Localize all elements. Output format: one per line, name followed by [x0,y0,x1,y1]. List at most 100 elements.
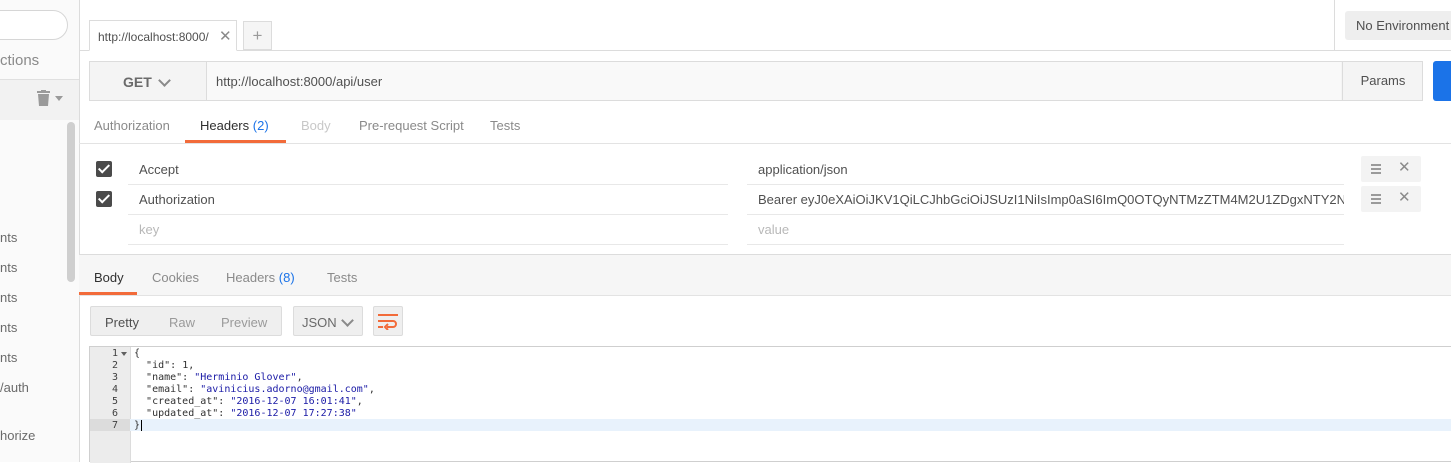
close-icon[interactable]: ✕ [1398,188,1411,206]
header-value-field[interactable]: Bearer eyJ0eXAiOiJKV1QiLCJhbGciOiJSUzI1N… [747,185,1344,215]
header-enabled-checkbox[interactable] [96,161,112,177]
headers-count-badge: (2) [252,118,269,133]
json-key: "name" [146,372,183,383]
response-body-editor[interactable]: 1 2 3 4 5 6 7 { "id": 1, "name": "Hermin… [89,346,1451,463]
sidebar-list-item[interactable]: nts [0,260,17,275]
url-text: http://localhost:8000/api/user [216,74,383,89]
code-line: "id": 1, [146,360,195,371]
drag-handle-icon[interactable] [1371,164,1381,174]
environment-label: No Environment [1356,18,1450,33]
sidebar-list-item[interactable]: nts [0,230,17,245]
header-row-actions: ✕ [1361,156,1421,182]
tab-headers[interactable]: Headers (2) [200,118,269,133]
preview-button[interactable]: Preview [221,315,267,330]
tab-tests[interactable]: Tests [490,118,520,133]
sidebar-list-item[interactable]: horize [0,428,35,443]
value-placeholder: value [758,222,790,237]
header-value-field[interactable]: application/json [747,155,1344,185]
sidebar-list-item[interactable]: nts [0,320,17,335]
code-line: } [134,420,140,431]
active-line-highlight [90,419,1451,431]
json-value: "Herminio Glover" [194,372,297,383]
tab-cookies[interactable]: Cookies [152,270,199,285]
json-comma: , [356,396,363,407]
header-key-field[interactable]: Accept [128,155,728,185]
json-brace: { [134,348,141,359]
json-brace: } [134,420,141,431]
params-button[interactable]: Params [1342,62,1423,100]
key-placeholder: key [139,222,160,237]
new-tab-button[interactable]: + [243,21,272,50]
chevron-down-icon[interactable] [55,96,63,101]
tab-bar-divider [79,50,1451,51]
new-header-key-input[interactable]: key [128,215,728,245]
url-input[interactable]: http://localhost:8000/api/user [207,62,1341,100]
header-enabled-checkbox[interactable] [96,191,112,207]
tab-response-headers[interactable]: Headers (8) [226,270,295,285]
line-number: 1 [111,348,118,359]
chevron-down-icon [158,74,171,87]
environment-select[interactable]: No Environment [1345,11,1451,40]
code-line: "updated_at": "2016-12-07 17:27:38" [146,408,357,419]
tab-authorization[interactable]: Authorization [94,118,170,133]
pretty-button[interactable]: Pretty [105,315,139,330]
json-value: "2016-12-07 17:27:38" [230,408,357,419]
code-line: { [134,348,140,359]
request-tabs-divider [79,143,1451,144]
method-label: GET [123,74,152,90]
wrap-lines-icon [378,314,398,330]
sidebar-search-input[interactable] [0,10,68,40]
json-key: "updated_at" [146,408,219,419]
language-label: JSON [302,315,337,330]
active-tab-indicator [79,292,137,295]
line-number: 2 [111,360,118,371]
request-tab-label: http://localhost:8000/ [98,30,209,44]
json-value: "avinicius.adorno@gmail.com" [200,384,369,395]
json-comma: , [188,360,195,371]
line-number: 3 [111,372,118,383]
tab-response-headers-label: Headers [226,270,276,285]
tab-prerequest-script[interactable]: Pre-request Script [359,118,464,133]
header-value-text: application/json [758,162,848,177]
sidebar-list-item[interactable]: nts [0,350,17,365]
tab-response-tests[interactable]: Tests [327,270,357,285]
json-comma: , [296,372,303,383]
json-comma: , [368,384,375,395]
sidebar-list-item[interactable]: nts [0,290,17,305]
header-value-text: Bearer eyJ0eXAiOiJKV1QiLCJhbGciOiJSUzI1N… [758,192,1344,207]
code-line: "email": "avinicius.adorno@gmail.com", [146,384,375,395]
response-headers-count-badge: (8) [278,270,295,285]
tab-response-body[interactable]: Body [94,270,124,285]
fold-arrow-icon[interactable] [121,352,127,356]
line-number: 5 [111,396,118,407]
request-tab[interactable]: http://localhost:8000/ ✕ [89,20,237,51]
sidebar-list-item[interactable]: /auth [0,380,29,395]
header-row-actions: ✕ [1361,186,1421,212]
header-key-text: Accept [139,162,179,177]
language-select[interactable]: JSON [293,306,363,336]
header-key-text: Authorization [139,192,215,207]
line-number: 7 [111,420,118,431]
chevron-down-icon [341,314,354,327]
send-button[interactable] [1433,61,1451,101]
drag-handle-icon[interactable] [1371,194,1381,204]
header-key-field[interactable]: Authorization [128,185,728,215]
method-select[interactable]: GET [90,62,207,100]
tab-body[interactable]: Body [301,118,331,133]
wrap-lines-button[interactable] [373,306,403,336]
sidebar: ctions nts nts nts nts nts /auth horize [0,0,80,462]
close-icon[interactable]: ✕ [1398,158,1411,176]
sidebar-scrollbar[interactable] [67,122,75,282]
sidebar-collections-tab[interactable]: ctions [0,52,39,69]
json-key: "email" [146,384,189,395]
line-number: 6 [111,408,118,419]
json-key: "created_at" [146,396,219,407]
raw-button[interactable]: Raw [169,315,195,330]
line-number: 4 [111,384,118,395]
tab-headers-label: Headers [200,118,250,133]
url-bar: GET http://localhost:8000/api/user Param… [89,61,1423,101]
json-value: "2016-12-07 16:01:41" [230,396,357,407]
trash-icon[interactable] [37,90,50,106]
close-icon[interactable]: ✕ [219,27,232,45]
new-header-value-input[interactable]: value [747,215,1344,245]
